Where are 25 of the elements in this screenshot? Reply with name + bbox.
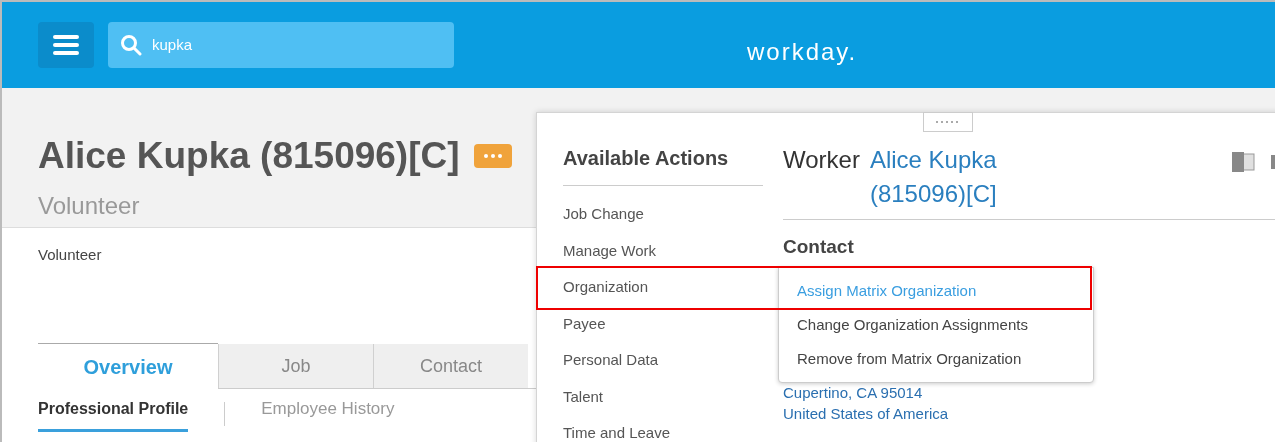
action-item[interactable]: Job Change [563, 196, 763, 233]
worker-label: Worker [783, 145, 860, 175]
submenu-item[interactable]: Remove from Matrix Organization [797, 342, 1093, 376]
submenu-item[interactable]: Change Organization Assignments [797, 308, 1093, 342]
action-item[interactable]: Personal Data [563, 342, 763, 379]
menu-button[interactable] [38, 22, 94, 68]
worker-name: Alice Kupka (815096)[C] [38, 134, 460, 178]
action-item[interactable]: Time and Leave [563, 415, 763, 442]
action-item[interactable]: Payee [563, 305, 763, 342]
action-item[interactable]: Manage Work [563, 232, 763, 269]
search-icon [120, 34, 142, 56]
popup-title: Available Actions [563, 143, 763, 186]
related-actions-button[interactable] [473, 143, 512, 168]
sub-tab[interactable]: Professional Profile [38, 396, 189, 432]
logo: workday. [747, 37, 858, 67]
section-heading: Contact [783, 236, 854, 258]
worker-link[interactable]: Alice Kupka (815096)[C] [869, 143, 1030, 211]
address-line: United States of America [783, 404, 949, 424]
action-item[interactable]: Organization [563, 269, 763, 306]
menu-icon [53, 34, 79, 56]
action-item[interactable]: Talent [563, 378, 763, 415]
summary-text: Volunteer [38, 245, 102, 265]
more-icon [483, 153, 502, 158]
address-line: Cupertino, CA 95014 [783, 383, 923, 403]
worker-subtitle: Volunteer [38, 190, 140, 221]
